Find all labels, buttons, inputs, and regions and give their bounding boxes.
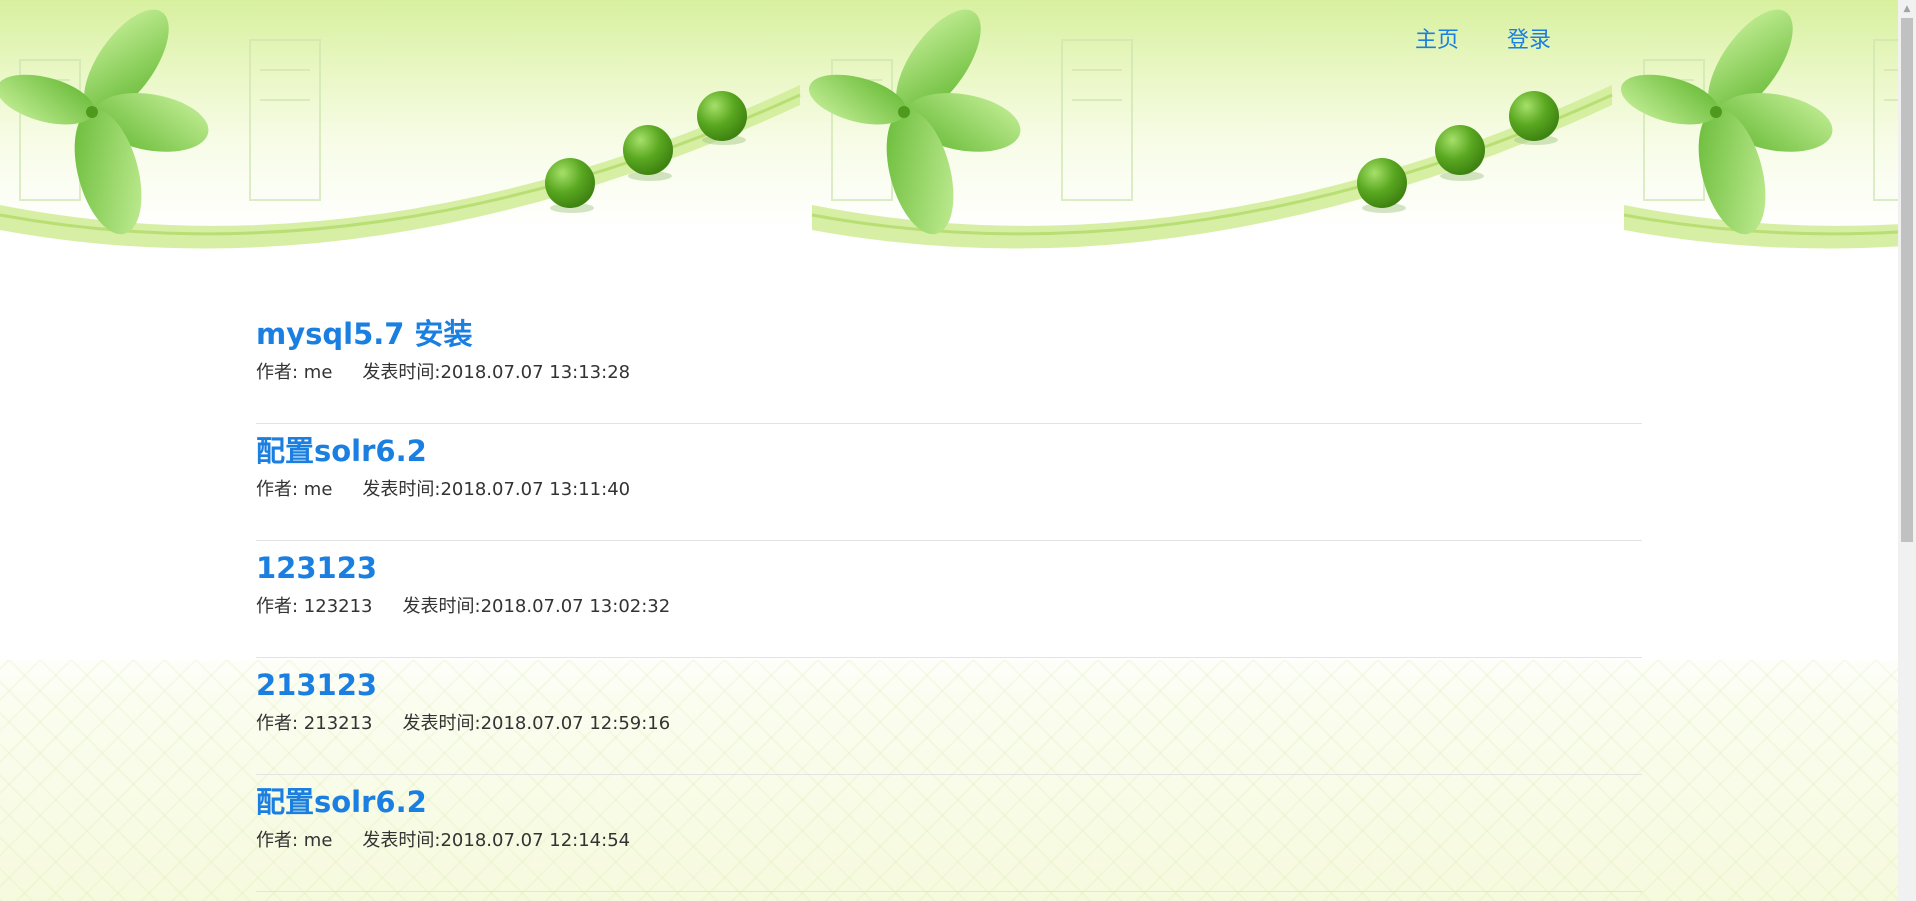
post-meta: 作者: 123213 发表时间:2018.07.07 13:02:32 xyxy=(256,594,1642,620)
page: 主页 登录 mysql5.7 安装 作者: me 发表时间:2018.07.07 … xyxy=(0,0,1916,901)
nav-login-link[interactable]: 登录 xyxy=(1507,22,1551,54)
post-meta: 作者: me 发表时间:2018.07.07 13:13:28 xyxy=(256,360,1642,386)
post-author: 作者: 123213 xyxy=(256,596,373,617)
post-item: 123123 作者: 123213 发表时间:2018.07.07 13:02:3… xyxy=(256,542,1642,658)
vertical-scrollbar[interactable]: ▲ xyxy=(1898,0,1916,901)
post-title-link[interactable]: 213123 xyxy=(256,659,1642,707)
post-author: 作者: me xyxy=(256,362,333,383)
post-author: 作者: me xyxy=(256,479,333,500)
post-time: 发表时间:2018.07.07 13:13:28 xyxy=(362,362,631,383)
nav-home-link[interactable]: 主页 xyxy=(1415,22,1459,54)
top-nav: 主页 登录 xyxy=(1415,22,1551,54)
post-item: 配置solr6.2 作者: me 发表时间:2018.07.07 12:14:54 xyxy=(256,776,1642,892)
post-title-link[interactable]: 配置solr6.2 xyxy=(256,776,1642,824)
post-item: 配置solr6.2 作者: me 发表时间:2018.07.07 13:11:40 xyxy=(256,425,1642,541)
banner-graphic xyxy=(0,0,1898,250)
post-title-link[interactable]: mysql5.7 安装 xyxy=(256,308,1642,356)
post-time: 发表时间:2018.07.07 12:14:54 xyxy=(362,830,631,851)
header-banner xyxy=(0,0,1898,260)
post-time: 发表时间:2018.07.07 13:11:40 xyxy=(362,479,631,500)
post-item: mysql5.7 安装 作者: me 发表时间:2018.07.07 13:13:… xyxy=(256,308,1642,424)
post-title-link[interactable]: 配置solr6.2 xyxy=(256,425,1642,473)
scrollbar-thumb[interactable] xyxy=(1901,18,1913,542)
post-item: 213123 作者: 213213 发表时间:2018.07.07 12:59:1… xyxy=(256,659,1642,775)
post-author: 作者: 213213 xyxy=(256,713,373,734)
post-meta: 作者: me 发表时间:2018.07.07 12:14:54 xyxy=(256,828,1642,854)
post-list: mysql5.7 安装 作者: me 发表时间:2018.07.07 13:13:… xyxy=(256,308,1642,893)
post-time: 发表时间:2018.07.07 12:59:16 xyxy=(402,713,671,734)
post-title-link[interactable]: 123123 xyxy=(256,542,1642,590)
post-time: 发表时间:2018.07.07 13:02:32 xyxy=(402,596,671,617)
post-meta: 作者: 213213 发表时间:2018.07.07 12:59:16 xyxy=(256,711,1642,737)
post-meta: 作者: me 发表时间:2018.07.07 13:11:40 xyxy=(256,477,1642,503)
scroll-up-arrow-icon[interactable]: ▲ xyxy=(1898,0,1916,18)
post-author: 作者: me xyxy=(256,830,333,851)
